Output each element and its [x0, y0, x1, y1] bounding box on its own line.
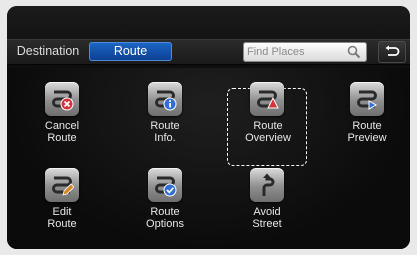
- search-input[interactable]: [247, 44, 341, 60]
- route-info-icon: [148, 82, 182, 116]
- back-arrow-icon: [385, 45, 400, 56]
- back-button[interactable]: [378, 41, 406, 63]
- route-overview-icon: [250, 82, 284, 116]
- cancel-route-label-2: Route: [47, 132, 77, 144]
- tab-destination[interactable]: Destination: [9, 42, 87, 61]
- route-info-button[interactable]: Route Info.: [125, 68, 205, 146]
- search-icon[interactable]: [347, 45, 361, 59]
- route-preview-label-2: Preview: [347, 132, 387, 144]
- edit-route-label-2: Route: [47, 218, 77, 230]
- avoid-street-icon: [250, 168, 284, 202]
- tab-route[interactable]: Route: [89, 42, 172, 61]
- route-overview-label-2: Overview: [245, 132, 291, 144]
- navigation-screen: Destination Route Find Places Cancel Rou…: [7, 6, 410, 249]
- avoid-street-button[interactable]: Avoid Street: [227, 160, 307, 238]
- route-options-label-1: Route: [150, 206, 180, 218]
- cancel-route-icon: [45, 82, 79, 116]
- route-preview-icon: [350, 82, 384, 116]
- route-options-label-2: Options: [146, 218, 184, 230]
- route-preview-button[interactable]: Route Preview: [327, 68, 407, 146]
- edit-route-button[interactable]: Edit Route: [22, 160, 102, 238]
- route-menu: Cancel Route Route Info. Route Overview …: [7, 68, 410, 249]
- route-preview-label-1: Route: [352, 120, 382, 132]
- edit-route-icon: [45, 168, 79, 202]
- route-info-label-1: Route: [150, 120, 180, 132]
- cancel-route-label-1: Cancel: [44, 120, 80, 132]
- cancel-route-button[interactable]: Cancel Route: [22, 68, 102, 146]
- route-info-label-2: Info.: [154, 132, 176, 144]
- avoid-street-label-2: Street: [252, 218, 282, 230]
- route-overview-button[interactable]: Route Overview: [227, 82, 307, 166]
- route-options-button[interactable]: Route Options: [125, 160, 205, 238]
- search-box[interactable]: [243, 42, 367, 62]
- avoid-street-label-1: Avoid: [253, 206, 281, 218]
- route-options-icon: [148, 168, 182, 202]
- tab-bar: Destination Route: [7, 39, 410, 65]
- edit-route-label-1: Edit: [52, 206, 72, 218]
- route-overview-label-1: Route: [253, 120, 283, 132]
